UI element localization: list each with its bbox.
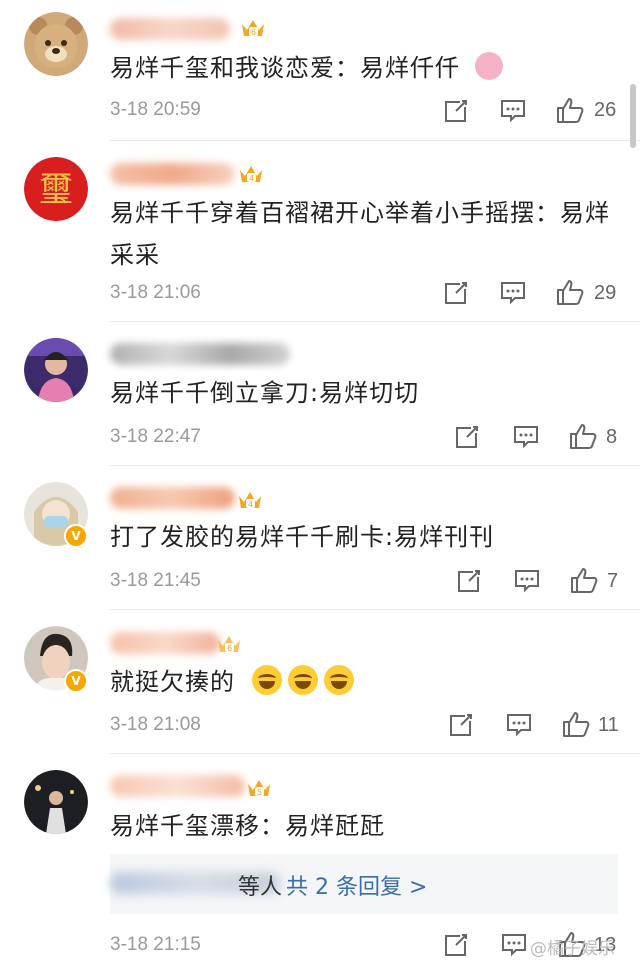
avatar[interactable] [24, 12, 88, 76]
share-icon[interactable] [442, 279, 470, 307]
comment-time: 3-18 21:45 [110, 570, 201, 591]
verified-badge-icon: V [64, 524, 88, 548]
username-redacted[interactable] [110, 632, 220, 654]
svg-text:4: 4 [249, 174, 254, 183]
crown-icon: 5 [248, 780, 270, 797]
like-icon[interactable] [556, 96, 584, 124]
svg-text:5: 5 [257, 788, 262, 797]
comment-time: 3-18 22:47 [110, 426, 201, 447]
crown-icon: 6 [242, 20, 264, 37]
comment-icon[interactable] [499, 97, 527, 125]
comment-icon[interactable] [505, 711, 533, 739]
username-redacted[interactable] [110, 343, 290, 365]
comment-time: 3-18 21:08 [110, 714, 201, 735]
laugh-cry-emoji-icon [287, 665, 318, 695]
username-redacted[interactable] [110, 18, 230, 40]
laugh-cry-emoji-icon [251, 665, 282, 695]
username-redacted[interactable] [110, 487, 235, 509]
bird-emoji-icon [474, 52, 503, 80]
avatar[interactable] [24, 770, 88, 834]
like-icon[interactable] [570, 566, 598, 594]
share-icon[interactable] [442, 931, 470, 959]
share-icon[interactable] [453, 423, 481, 451]
svg-text:4: 4 [248, 500, 253, 509]
like-count: 29 [594, 282, 617, 304]
like-count: 26 [594, 99, 617, 121]
comment-text: 易烊千千穿着百褶裙开心举着小手摇摆：易烊采采 [110, 199, 610, 269]
laugh-cry-emoji-icon [323, 665, 354, 695]
verified-badge-icon: V [64, 669, 88, 693]
share-icon[interactable] [442, 97, 470, 125]
comment-time: 3-18 21:15 [110, 934, 201, 955]
like-count: 8 [606, 426, 618, 448]
crown-icon: 4 [240, 166, 262, 183]
comment-icon[interactable] [499, 279, 527, 307]
svg-text:6: 6 [227, 644, 232, 653]
avatar[interactable]: 璽 [24, 157, 88, 221]
share-icon[interactable] [455, 567, 483, 595]
like-count: 7 [607, 570, 619, 592]
scrollbar[interactable] [630, 84, 636, 148]
divider [110, 753, 640, 754]
watermark: @橘子娱乐 [530, 939, 615, 959]
comment-time: 3-18 21:06 [110, 282, 201, 303]
username-redacted[interactable] [110, 775, 245, 797]
like-icon[interactable] [556, 278, 584, 306]
username-redacted[interactable] [110, 163, 235, 185]
divider [110, 140, 640, 141]
share-icon[interactable] [447, 711, 475, 739]
like-count: 11 [598, 714, 619, 736]
like-icon[interactable] [562, 710, 590, 738]
divider [110, 321, 640, 322]
divider [110, 465, 640, 466]
comment-text: 易烊千玺漂移：易烊瓩瓩 [110, 812, 385, 840]
comment-icon[interactable] [500, 931, 528, 959]
like-icon[interactable] [569, 422, 597, 450]
comment-text: 打了发胶的易烊千千刷卡:易烊刊刊 [110, 523, 495, 551]
comment-icon[interactable] [512, 423, 540, 451]
crown-icon: 6 [218, 636, 240, 653]
reply-suffix: 等人 [238, 875, 283, 900]
svg-text:6: 6 [251, 28, 256, 37]
divider [110, 609, 640, 610]
svg-text:璽: 璽 [39, 170, 73, 210]
comment-text: 就挺欠揍的 [110, 661, 610, 703]
crown-icon: 4 [239, 492, 261, 509]
comment-icon[interactable] [513, 567, 541, 595]
view-replies-link[interactable]: 共 2 条回复 > [286, 869, 427, 901]
reply-preview[interactable]: 等人 共 2 条回复 > [110, 854, 618, 914]
comment-text: 易烊千玺和我谈恋爱：易烊仟仟 [110, 47, 610, 89]
avatar[interactable] [24, 338, 88, 402]
comment-time: 3-18 20:59 [110, 99, 201, 120]
comment-text: 易烊千千倒立拿刀:易烊切切 [110, 379, 420, 407]
